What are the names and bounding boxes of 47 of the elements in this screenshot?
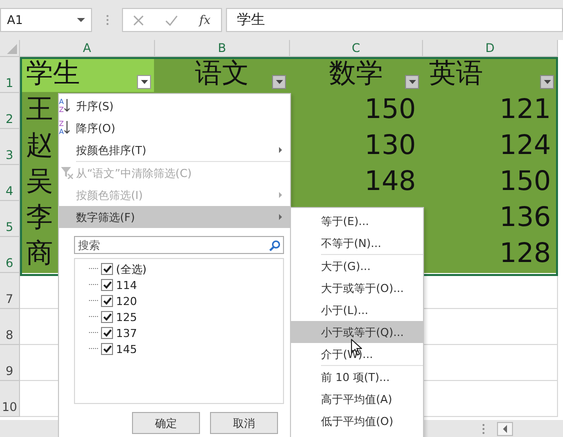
menu-item[interactable]: 不等于(N)...	[291, 232, 423, 254]
menu-item[interactable]: 低于平均值(O)	[291, 410, 423, 432]
formula-field[interactable]: 学生	[226, 8, 563, 32]
row-header[interactable]: 1	[0, 57, 20, 93]
table-cell: 136	[423, 201, 558, 237]
menu-item[interactable]: 数字筛选(F)	[59, 206, 290, 228]
row-header[interactable]: 6	[0, 237, 20, 273]
value-label: 145	[116, 342, 137, 356]
menu-item[interactable]: 小于(L)...	[291, 299, 423, 321]
table-cell: 148	[290, 165, 423, 201]
value-label: 137	[116, 326, 137, 340]
menu-item[interactable]: 大于或等于(O)...	[291, 277, 423, 299]
header-cell[interactable]: 学生	[20, 57, 155, 93]
row-header[interactable]: 8	[0, 309, 20, 345]
column-header[interactable]: A	[20, 40, 155, 57]
dialog-button[interactable]: 确定	[132, 412, 200, 434]
table-cell: 121	[423, 93, 558, 129]
search-field[interactable]: 搜索	[74, 236, 284, 254]
menu-item[interactable]: 介于(W)...	[291, 343, 423, 365]
row-header[interactable]: 2	[0, 93, 20, 129]
dialog-button[interactable]: 取消	[210, 412, 278, 434]
insert-function-button[interactable]: fx	[199, 13, 211, 27]
header-cell[interactable]: 英语	[423, 57, 558, 93]
column-header[interactable]: C	[290, 40, 423, 57]
row-header[interactable]: 9	[0, 345, 20, 381]
table-cell: 124	[423, 129, 558, 165]
menu-item[interactable]: 大于(G)...	[291, 255, 423, 277]
column-header[interactable]: B	[155, 40, 290, 57]
column-header[interactable]: D	[423, 40, 558, 57]
row-header[interactable]: 3	[0, 129, 20, 165]
menu-item[interactable]: 等于(E)...	[291, 210, 423, 232]
row-header[interactable]: 10	[0, 381, 20, 417]
row-header[interactable]: 5	[0, 201, 20, 237]
menu-item[interactable]: 前 10 项(T)...	[291, 366, 423, 388]
value-label: 114	[116, 278, 137, 292]
name-box[interactable]: A1	[0, 8, 92, 32]
menu-item[interactable]: 高于平均值(A)	[291, 388, 423, 410]
row-header[interactable]: 7	[0, 273, 20, 309]
header-cell[interactable]: 数学	[290, 57, 423, 93]
table-cell: 128	[423, 237, 558, 273]
value-label: 125	[116, 310, 137, 324]
value-label: 120	[116, 294, 137, 308]
table-cell: 130	[290, 129, 423, 165]
header-cell[interactable]: 语文	[155, 57, 290, 93]
table-cell: 150	[290, 93, 423, 129]
table-cell: 150	[423, 165, 558, 201]
row-header[interactable]: 4	[0, 165, 20, 201]
